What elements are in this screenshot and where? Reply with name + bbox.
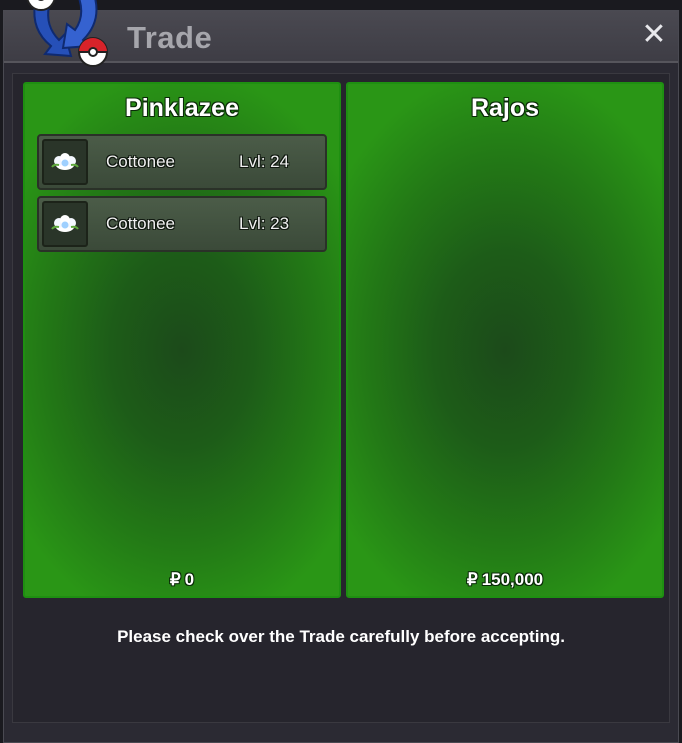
trade-logo-icon <box>26 0 108 67</box>
left-pokemon-list: Cottonee Lvl: 24 Cottonee Lvl: 23 <box>37 134 327 258</box>
cottonee-icon <box>51 153 79 170</box>
trade-notice: Please check over the Trade carefully be… <box>117 627 565 646</box>
pokemon-level: Lvl: 24 <box>239 152 290 171</box>
trade-window: Trade ✕ Pinklazee Cottonee Lvl: 24 Cotto… <box>3 10 679 743</box>
left-money: ₽0 <box>25 570 339 590</box>
close-button[interactable]: ✕ <box>638 19 670 51</box>
window-title: Trade <box>127 20 213 55</box>
pokemon-row[interactable]: Cottonee Lvl: 24 <box>37 134 327 190</box>
pokemon-icon-box <box>42 139 88 185</box>
pokemon-row[interactable]: Cottonee Lvl: 23 <box>37 196 327 252</box>
right-money: ₽150,000 <box>348 570 662 590</box>
currency-symbol: ₽ <box>169 570 181 589</box>
right-player-name: Rajos <box>470 94 540 122</box>
pokemon-level: Lvl: 23 <box>239 214 290 233</box>
currency-symbol: ₽ <box>466 570 478 589</box>
right-money-amount: 150,000 <box>481 570 544 589</box>
cottonee-icon <box>51 215 79 232</box>
left-money-amount: 0 <box>184 570 195 589</box>
left-trade-panel: Pinklazee Cottonee Lvl: 24 Cottonee Lvl:… <box>23 82 341 598</box>
pokemon-name: Cottonee <box>106 152 175 171</box>
right-trade-panel: Rajos ₽150,000 <box>346 82 664 598</box>
pokemon-name: Cottonee <box>106 214 175 233</box>
left-player-name: Pinklazee <box>125 94 239 122</box>
trade-content: Pinklazee Cottonee Lvl: 24 Cottonee Lvl:… <box>12 73 670 723</box>
pokemon-icon-box <box>42 201 88 247</box>
